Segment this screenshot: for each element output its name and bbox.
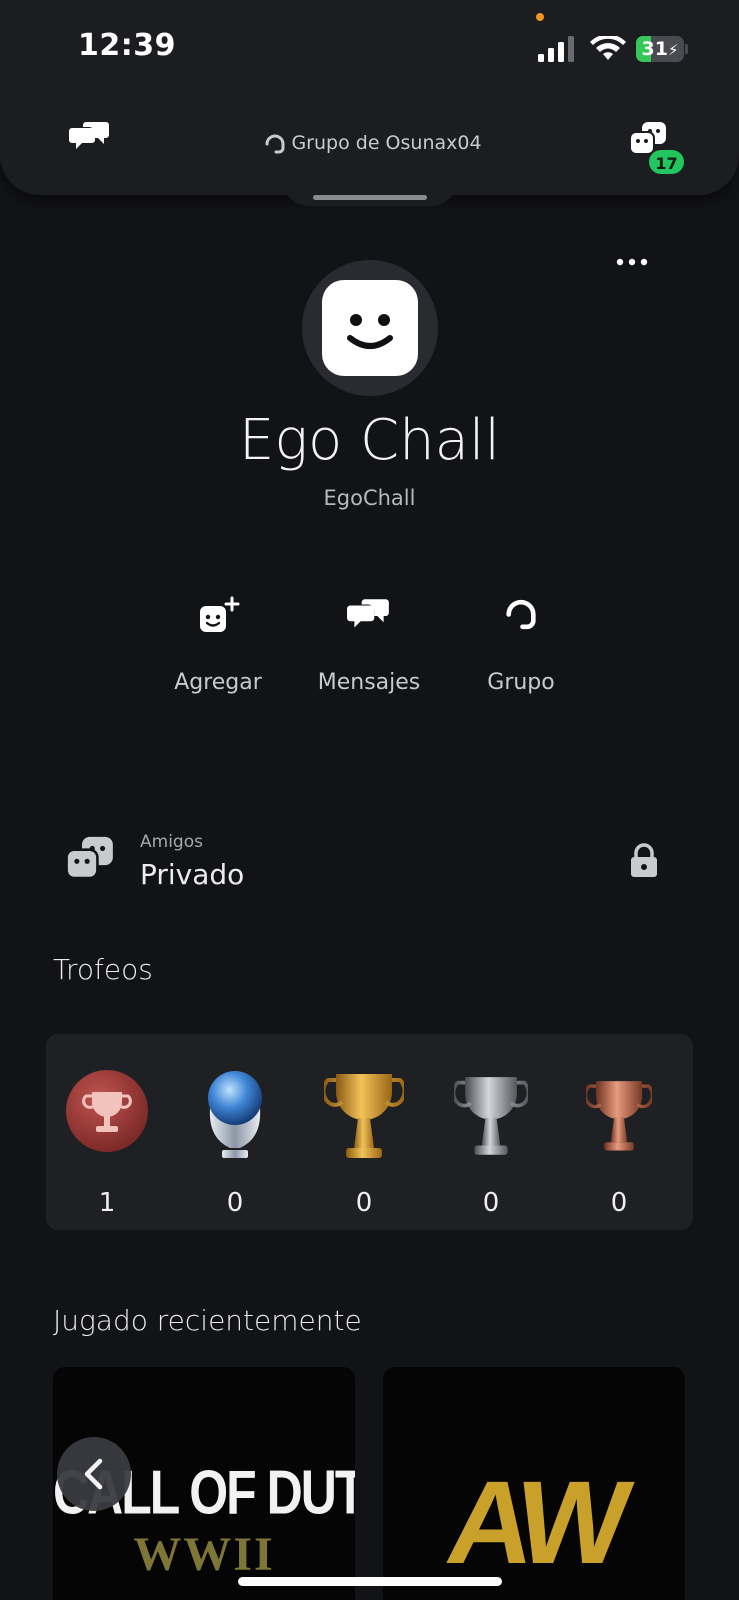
panel-tab — [283, 180, 457, 206]
messages-icon — [347, 599, 389, 628]
chevron-left-icon — [84, 1458, 103, 1490]
add-friend-icon — [200, 596, 240, 632]
privacy-indicator-dot — [536, 13, 544, 21]
trophy-level: 1 — [52, 1068, 162, 1218]
bronze-count: 0 — [610, 1188, 628, 1218]
messages-label: Mensajes — [317, 670, 421, 695]
platinum-count: 0 — [226, 1188, 244, 1218]
trophy-platinum: 0 — [180, 1068, 290, 1218]
party-label-button: Grupo — [487, 670, 555, 695]
gold-count: 0 — [355, 1188, 373, 1218]
wifi-icon — [590, 36, 626, 60]
status-time: 12:39 — [78, 28, 176, 63]
avatar-face-icon — [322, 280, 418, 376]
lock-icon — [631, 843, 657, 877]
party-button[interactable]: Grupo — [446, 596, 596, 706]
display-name: Ego Chall — [238, 408, 501, 473]
silver-trophy-icon — [454, 1077, 528, 1155]
back-button[interactable] — [57, 1437, 131, 1511]
friends-privacy-value: Privado — [140, 858, 245, 891]
avatar[interactable] — [302, 260, 438, 396]
gold-trophy-icon — [324, 1074, 404, 1158]
trophy-gold: 0 — [309, 1068, 419, 1218]
recently-played-title: Jugado recientemente — [53, 1304, 362, 1337]
more-icon[interactable] — [614, 256, 650, 268]
home-indicator[interactable] — [238, 1577, 502, 1586]
online-id: EgoChall — [323, 486, 416, 510]
battery-nub — [685, 44, 688, 54]
messages-button[interactable]: Mensajes — [294, 596, 444, 706]
add-friend-button[interactable]: Agregar — [143, 596, 293, 706]
trophy-level-icon — [66, 1070, 148, 1152]
friends-icon — [65, 836, 113, 880]
silver-count: 0 — [482, 1188, 500, 1218]
trophies-title: Trofeos — [53, 953, 153, 986]
aw-logo: AW — [439, 1457, 629, 1589]
game-card-advanced-warfare[interactable]: AW — [383, 1367, 685, 1600]
headset-icon — [506, 599, 536, 630]
trophy-level-count: 1 — [98, 1188, 116, 1218]
add-friend-label: Agregar — [174, 670, 262, 695]
bronze-trophy-icon — [586, 1081, 652, 1151]
battery-indicator: 31⚡ — [636, 36, 684, 62]
battery-percentage: 31⚡ — [641, 38, 679, 60]
panel-drag-handle[interactable] — [313, 195, 427, 200]
signal-icon — [538, 36, 574, 62]
trophy-bronze: 0 — [564, 1068, 674, 1218]
friends-label: Amigos — [140, 832, 203, 852]
friends-count-badge: 17 — [647, 148, 686, 176]
platinum-trophy-icon — [208, 1071, 262, 1158]
cod-logo-line2: WWII — [133, 1528, 275, 1581]
trophy-silver: 0 — [436, 1068, 546, 1218]
trophy-card[interactable]: 1 0 0 0 0 — [46, 1034, 693, 1230]
